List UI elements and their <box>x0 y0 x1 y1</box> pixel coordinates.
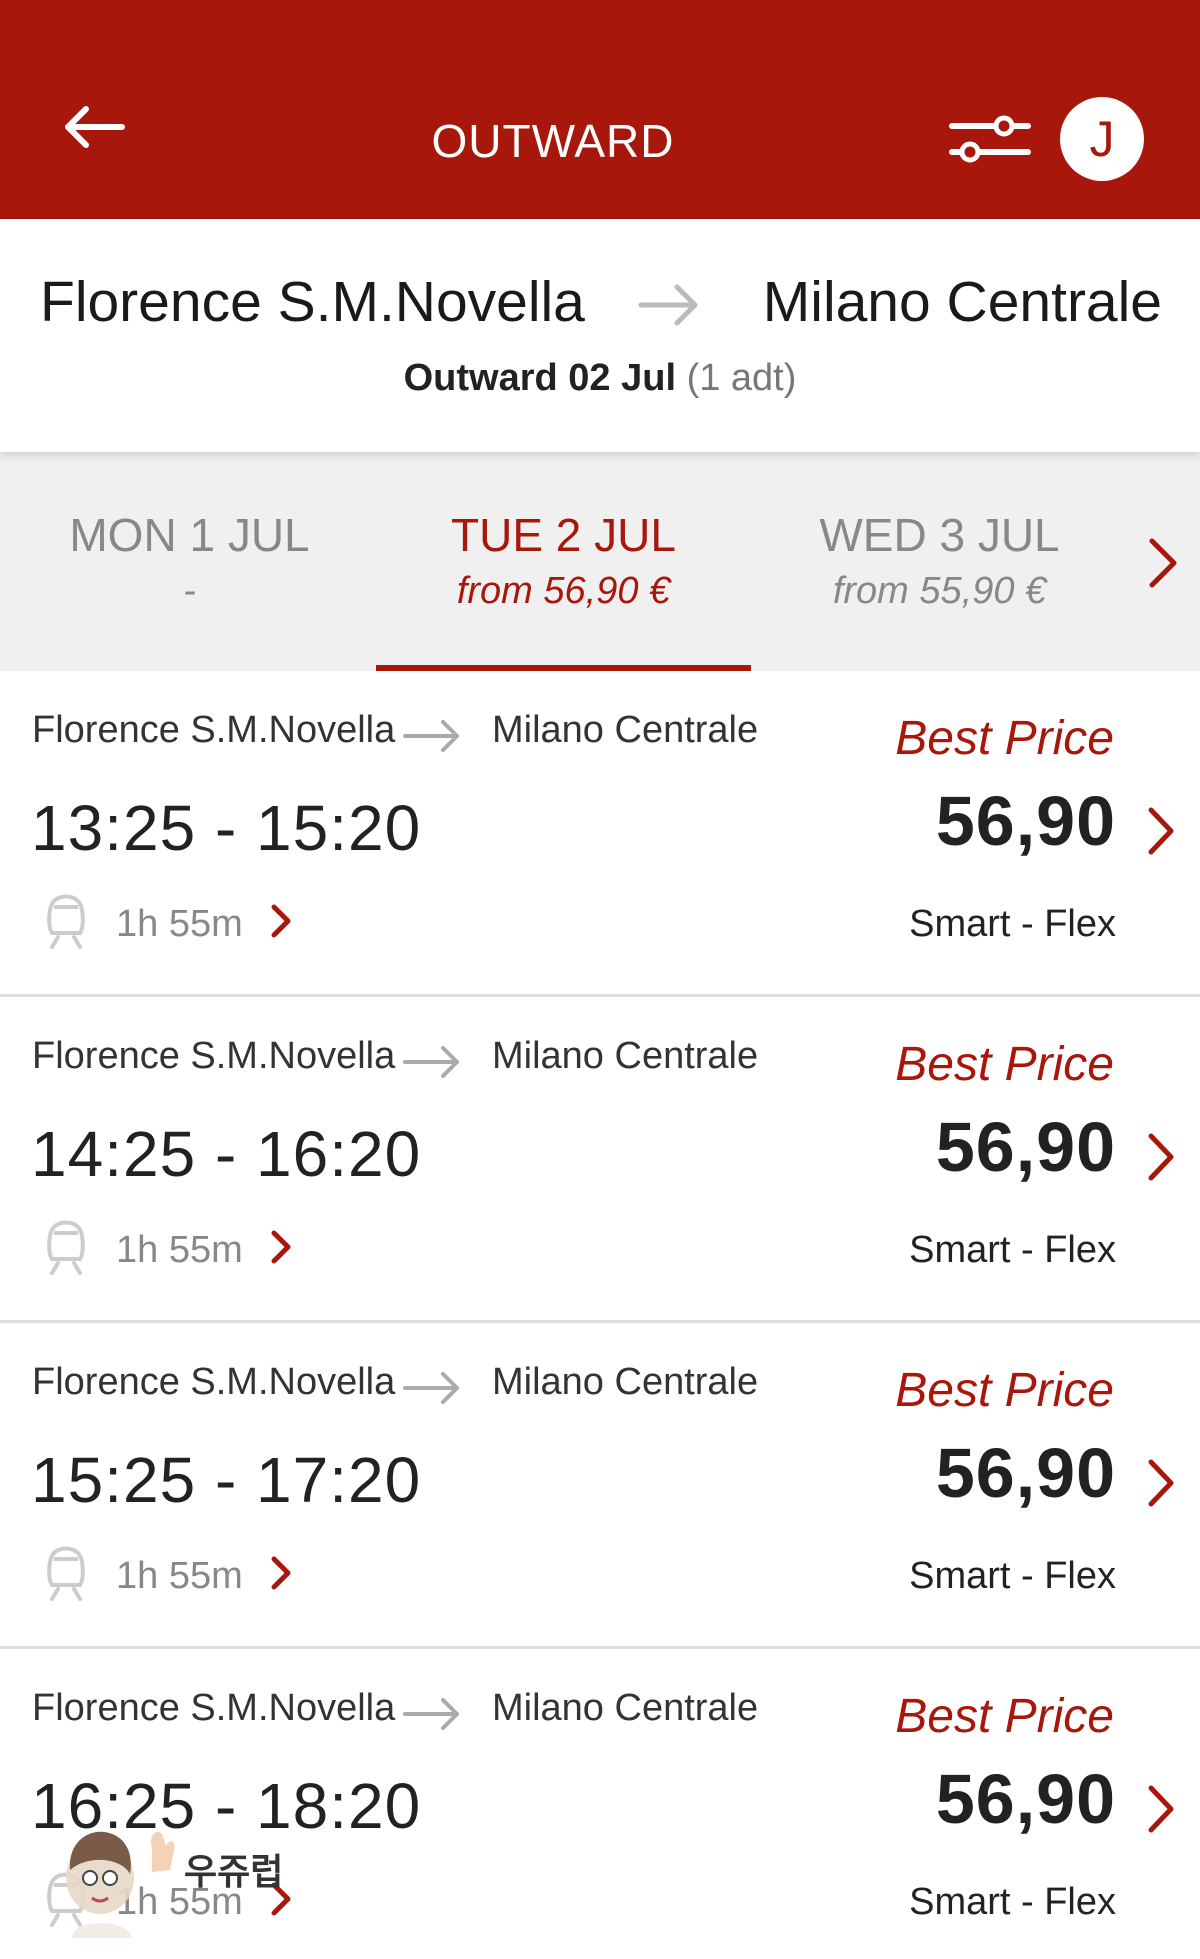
chevron-right-icon <box>1149 538 1177 588</box>
tab-price-label: - <box>183 570 196 612</box>
journey-duration: 1h 55m <box>116 1229 243 1271</box>
journey-origin: Florence S.M.Novella <box>32 1687 396 1729</box>
fare-class: Smart - Flex <box>909 1555 1116 1597</box>
journey-destination: Milano Centrale <box>492 1687 759 1729</box>
chevron-right-icon <box>1148 1785 1174 1833</box>
fare-label: Best Price <box>895 1364 1114 1417</box>
next-dates-button[interactable] <box>1142 533 1182 593</box>
train-icon <box>47 1220 85 1275</box>
journey-destination: Milano Centrale <box>492 709 759 751</box>
journey-card[interactable]: Florence S.M.Novella Milano Centrale 15:… <box>0 1323 1200 1649</box>
arrow-right-icon <box>403 1046 459 1078</box>
chevron-right-icon <box>1148 1459 1174 1507</box>
tab-day-label: MON 1 JUL <box>69 509 310 561</box>
fare-class: Smart - Flex <box>909 903 1116 945</box>
journey-duration: 1h 55m <box>116 903 243 945</box>
fare-label: Best Price <box>895 1038 1114 1091</box>
tab-tue-2-jul[interactable]: TUE 2 JUL from 56,90 € <box>376 452 751 671</box>
journey-times: 14:25 - 16:20 <box>31 1118 422 1190</box>
journey-card[interactable]: Florence S.M.Novella Milano Centrale 14:… <box>0 997 1200 1323</box>
chevron-right-icon <box>1148 1133 1174 1181</box>
page-title: OUTWARD <box>431 115 675 167</box>
journey-price: 56,90 <box>935 1760 1116 1838</box>
tab-price-label: from 55,90 € <box>832 570 1047 612</box>
journey-origin: Florence S.M.Novella <box>32 709 396 751</box>
route-summary: Florence S.M.Novella Milano Centrale Out… <box>0 219 1200 452</box>
filter-button[interactable] <box>948 112 1032 168</box>
tab-price-label: from 56,90 € <box>456 570 671 612</box>
journey-destination: Milano Centrale <box>492 1035 759 1077</box>
user-avatar[interactable]: J <box>1060 97 1144 181</box>
journey-duration: 1h 55m <box>116 1555 243 1597</box>
journey-price: 56,90 <box>935 1108 1116 1186</box>
origin-station: Florence S.M.Novella <box>40 270 585 334</box>
chevron-right-icon[interactable] <box>270 903 292 939</box>
fare-label: Best Price <box>895 1690 1114 1743</box>
journey-price: 56,90 <box>935 782 1116 860</box>
journey-card[interactable]: Florence S.M.Novella Milano Centrale 13:… <box>0 671 1200 997</box>
chevron-right-icon[interactable] <box>270 1229 292 1265</box>
journey-times: 15:25 - 17:20 <box>31 1444 422 1516</box>
arrow-right-icon <box>403 720 459 752</box>
arrow-right-icon <box>403 1372 459 1404</box>
chevron-right-icon <box>1148 807 1174 855</box>
passenger-count: (1 adt) <box>686 357 797 399</box>
fare-class: Smart - Flex <box>909 1229 1116 1271</box>
fare-class: Smart - Flex <box>909 1881 1116 1923</box>
train-icon <box>47 894 85 949</box>
top-app-bar: OUTWARD J <box>0 0 1200 219</box>
journey-times: 13:25 - 15:20 <box>31 792 422 864</box>
journey-origin: Florence S.M.Novella <box>32 1035 396 1077</box>
journey-price: 56,90 <box>935 1434 1116 1512</box>
date-selector: MON 1 JUL - TUE 2 JUL from 56,90 € WED 3… <box>0 452 1200 671</box>
tab-mon-1-jul[interactable]: MON 1 JUL - <box>2 452 377 671</box>
trip-details: Outward 02 Jul (1 adt) <box>0 357 1200 400</box>
fare-label: Best Price <box>895 712 1114 765</box>
tab-wed-3-jul[interactable]: WED 3 JUL from 55,90 € <box>752 452 1127 671</box>
outward-date: Outward 02 Jul <box>403 357 676 399</box>
arrow-right-icon <box>403 1698 459 1730</box>
tab-day-label: TUE 2 JUL <box>451 509 676 561</box>
chevron-right-icon[interactable] <box>270 1555 292 1591</box>
train-icon <box>47 1546 85 1601</box>
journey-destination: Milano Centrale <box>492 1361 759 1403</box>
journey-origin: Florence S.M.Novella <box>32 1361 396 1403</box>
destination-station: Milano Centrale <box>762 270 1162 334</box>
watermark-text: 우쥬럽 <box>184 1851 284 1892</box>
arrow-right-icon <box>638 284 698 326</box>
sliders-icon <box>949 115 1031 163</box>
tab-day-label: WED 3 JUL <box>819 509 1060 561</box>
